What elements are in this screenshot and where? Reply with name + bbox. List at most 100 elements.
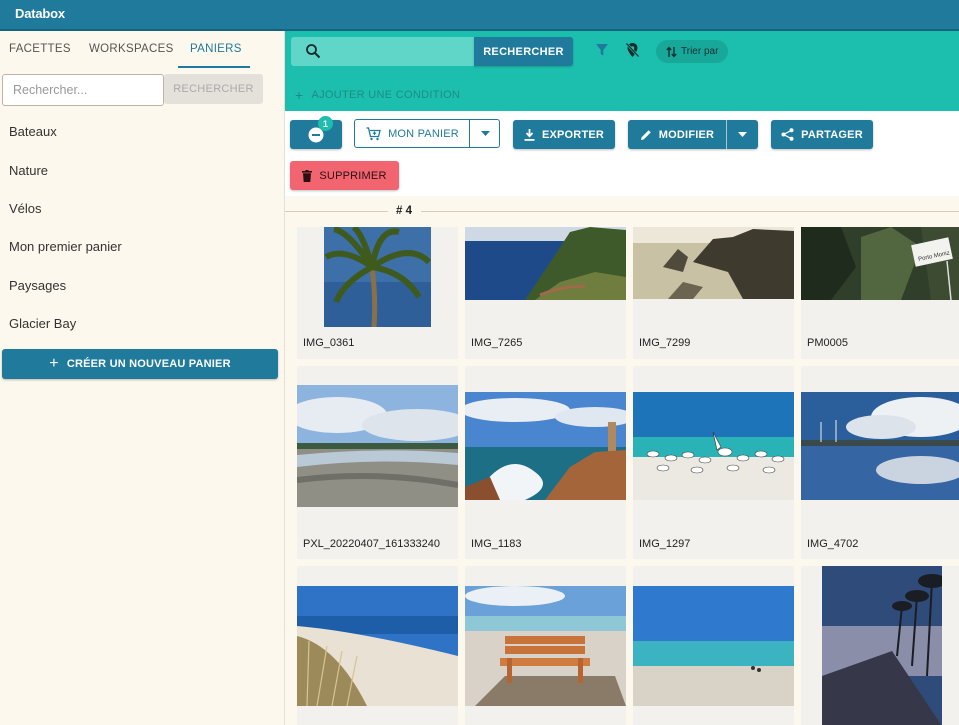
- basket-item-velos[interactable]: Vélos: [9, 201, 42, 216]
- edit-dropdown-toggle[interactable]: [727, 120, 758, 149]
- sepia-coast-photo: [633, 227, 794, 299]
- asset-card[interactable]: IMG_4702: [801, 366, 959, 559]
- basket-item-nature[interactable]: Nature: [9, 163, 48, 178]
- export-button[interactable]: EXPORTER: [513, 120, 615, 149]
- plus-icon: +: [295, 87, 304, 103]
- search-icon: [306, 44, 321, 59]
- asset-name: PM0005: [807, 337, 848, 349]
- create-basket-label: CRÉER UN NOUVEAU PANIER: [66, 358, 231, 370]
- beach-clouds-photo: [297, 385, 458, 507]
- app-logo-title[interactable]: Databox: [15, 6, 65, 21]
- add-condition-label: AJOUTER UNE CONDITION: [311, 89, 461, 101]
- active-tab-indicator: [178, 66, 250, 68]
- asset-thumbnail: [633, 566, 794, 725]
- group-divider-left: [285, 211, 388, 212]
- sidebar: FACETTES WORKSPACES PANIERS RECHERCHER B…: [0, 31, 285, 725]
- caret-down-icon: [481, 131, 490, 136]
- create-basket-button[interactable]: + CRÉER UN NOUVEAU PANIER: [2, 349, 278, 379]
- asset-name: PXL_20220407_161333240: [303, 538, 441, 550]
- edit-label: MODIFIER: [658, 128, 715, 141]
- tab-facettes[interactable]: FACETTES: [9, 43, 71, 55]
- basket-dropdown-toggle[interactable]: [470, 120, 501, 147]
- asset-name: IMG_7265: [471, 337, 523, 349]
- asset-card[interactable]: PXL_20220407_161333240: [297, 366, 458, 559]
- tab-paniers[interactable]: PANIERS: [190, 43, 242, 55]
- asset-name: IMG_7299: [639, 337, 691, 349]
- plus-icon: +: [49, 355, 59, 372]
- asset-thumbnail: [297, 227, 458, 327]
- asset-thumbnail: [633, 227, 794, 327]
- sort-label: Trier par: [681, 46, 719, 57]
- basket-item-paysages[interactable]: Paysages: [9, 278, 66, 293]
- search-bar: RECHERCHER Trier par + AJOUTER UNE CONDI…: [285, 31, 959, 111]
- asset-card[interactable]: IMG_7265: [465, 227, 626, 359]
- asset-thumbnail: [465, 566, 626, 725]
- selection-button[interactable]: 1: [290, 116, 342, 149]
- lighthouse-waves-photo: [465, 392, 626, 500]
- caret-down-icon: [738, 132, 747, 137]
- edit-button[interactable]: MODIFIER: [628, 120, 726, 149]
- share-icon: [781, 128, 794, 141]
- filter-icon[interactable]: [595, 43, 609, 57]
- sort-arrows-icon: [666, 45, 677, 58]
- asset-thumbnail: [801, 566, 959, 725]
- promenade-palms-photo: [821, 566, 942, 725]
- asset-card[interactable]: [297, 566, 458, 725]
- basket-search-input[interactable]: [2, 74, 164, 106]
- forest-valley-photo: Porto Moniz: [801, 227, 959, 300]
- asset-name: IMG_1297: [639, 538, 691, 550]
- sidebar-tabs: FACETTES WORKSPACES PANIERS: [0, 31, 285, 69]
- asset-card[interactable]: IMG_1183: [465, 366, 626, 559]
- group-divider-right: [421, 211, 959, 212]
- asset-thumbnail: [465, 227, 626, 327]
- basket-item-bateaux[interactable]: Bateaux: [9, 124, 57, 139]
- asset-thumbnail: [297, 566, 458, 725]
- asset-card[interactable]: Porto Moniz PM0005: [801, 227, 959, 359]
- basket-button[interactable]: MON PANIER: [355, 120, 470, 147]
- asset-thumbnail: [297, 366, 458, 526]
- palm-tree-photo: [324, 227, 431, 327]
- coast-cliffs-photo: [465, 227, 626, 300]
- harbor-reflection-photo: [801, 392, 959, 500]
- main-panel: RECHERCHER Trier par + AJOUTER UNE CONDI…: [285, 31, 959, 725]
- asset-name: IMG_1183: [471, 538, 522, 550]
- seagulls-beach-photo: [633, 392, 794, 500]
- action-toolbar: 1 MON PANIER EXPORTER MODIFIER PARTAGER …: [285, 111, 959, 196]
- result-group-label: # 4: [396, 205, 412, 217]
- add-condition-button[interactable]: + AJOUTER UNE CONDITION: [295, 87, 460, 103]
- asset-thumbnail: [633, 366, 794, 526]
- asset-card[interactable]: IMG_0361: [297, 227, 458, 359]
- download-icon: [524, 128, 535, 141]
- asset-card[interactable]: IMG_1297: [633, 366, 794, 559]
- dune-beach-photo: [297, 586, 458, 706]
- selection-count-badge: 1: [318, 116, 333, 131]
- asset-card[interactable]: IMG_7299: [633, 227, 794, 359]
- asset-card[interactable]: [801, 566, 959, 725]
- sea-horizon-photo: [633, 586, 794, 706]
- asset-thumbnail: [801, 366, 959, 526]
- asset-name: IMG_0361: [303, 337, 355, 349]
- basket-button-label: MON PANIER: [388, 127, 459, 140]
- delete-label: SUPPRIMER: [319, 169, 387, 182]
- tab-workspaces[interactable]: WORKSPACES: [89, 43, 174, 55]
- bench-beach-photo: [465, 586, 626, 706]
- trash-icon: [302, 169, 313, 182]
- sort-button[interactable]: Trier par: [656, 40, 729, 63]
- asset-thumbnail: [465, 366, 626, 526]
- asset-thumbnail: Porto Moniz: [801, 227, 959, 327]
- search-input[interactable]: [291, 37, 474, 66]
- basket-split-button: MON PANIER: [354, 119, 500, 148]
- basket-item-glacier-bay[interactable]: Glacier Bay: [9, 316, 76, 331]
- pencil-icon: [640, 129, 651, 140]
- search-button[interactable]: RECHERCHER: [474, 37, 573, 66]
- asset-card[interactable]: [633, 566, 794, 725]
- asset-name: IMG_4702: [807, 538, 859, 550]
- export-label: EXPORTER: [541, 128, 605, 141]
- share-button[interactable]: PARTAGER: [771, 120, 873, 149]
- basket-search-button[interactable]: RECHERCHER: [164, 74, 263, 104]
- delete-button[interactable]: SUPPRIMER: [290, 161, 399, 190]
- share-label: PARTAGER: [801, 128, 863, 141]
- geo-off-icon[interactable]: [625, 42, 640, 58]
- asset-card[interactable]: [465, 566, 626, 725]
- basket-item-mon-premier-panier[interactable]: Mon premier panier: [9, 239, 122, 254]
